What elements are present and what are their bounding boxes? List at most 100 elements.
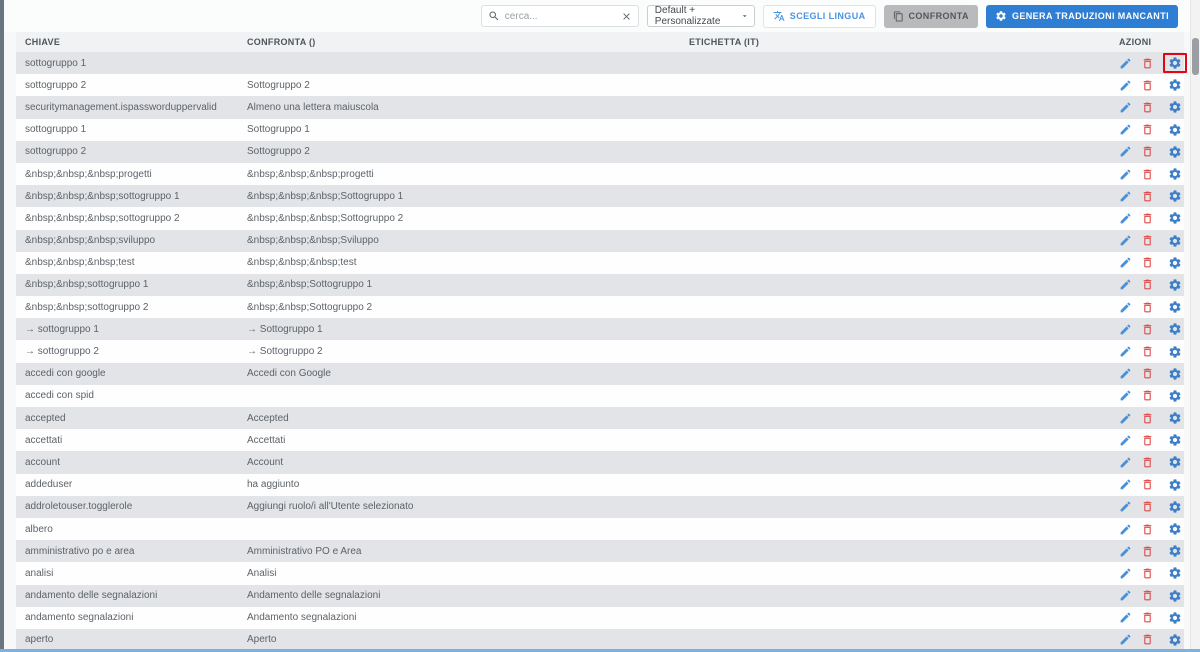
delete-button[interactable] xyxy=(1141,278,1154,291)
delete-button[interactable] xyxy=(1141,500,1154,513)
generate-translation-button[interactable] xyxy=(1163,364,1187,384)
generate-translation-button[interactable] xyxy=(1163,342,1187,362)
edit-button[interactable] xyxy=(1119,234,1132,247)
generate-translation-button[interactable] xyxy=(1163,630,1187,650)
delete-button[interactable] xyxy=(1141,567,1154,580)
edit-button[interactable] xyxy=(1119,389,1132,402)
generate-translation-button[interactable] xyxy=(1163,519,1187,539)
delete-button[interactable] xyxy=(1141,456,1154,469)
delete-button[interactable] xyxy=(1141,412,1154,425)
key-cell: sottogruppo 1 xyxy=(25,124,87,136)
delete-button[interactable] xyxy=(1141,212,1154,225)
edit-button[interactable] xyxy=(1119,101,1132,114)
generate-translation-button[interactable] xyxy=(1163,608,1187,628)
edit-button[interactable] xyxy=(1119,145,1132,158)
generate-translation-button[interactable] xyxy=(1163,231,1187,251)
dictionary-select-value: Default + Personalizzate xyxy=(654,5,721,27)
table-row: analisi Analisi xyxy=(16,562,1187,585)
edit-button[interactable] xyxy=(1119,500,1132,513)
trash-icon xyxy=(1143,479,1152,490)
delete-button[interactable] xyxy=(1141,434,1154,447)
generate-translation-button[interactable] xyxy=(1163,164,1187,184)
pencil-icon xyxy=(1120,546,1131,557)
generate-translation-button[interactable] xyxy=(1163,430,1187,450)
delete-button[interactable] xyxy=(1141,611,1154,624)
generate-translation-button[interactable] xyxy=(1163,275,1187,295)
edit-button[interactable] xyxy=(1119,301,1132,314)
delete-button[interactable] xyxy=(1141,345,1154,358)
edit-button[interactable] xyxy=(1119,434,1132,447)
edit-button[interactable] xyxy=(1119,412,1132,425)
scrollbar-thumb[interactable] xyxy=(1192,38,1199,75)
edit-button[interactable] xyxy=(1119,256,1132,269)
generate-translation-button[interactable] xyxy=(1163,497,1187,517)
delete-button[interactable] xyxy=(1141,589,1154,602)
search-input[interactable] xyxy=(504,10,616,22)
actions-cell xyxy=(1119,186,1187,206)
edit-button[interactable] xyxy=(1119,278,1132,291)
edit-button[interactable] xyxy=(1119,79,1132,92)
edit-button[interactable] xyxy=(1119,589,1132,602)
edit-button[interactable] xyxy=(1119,57,1132,70)
generate-translation-button[interactable] xyxy=(1163,541,1187,561)
edit-button[interactable] xyxy=(1119,168,1132,181)
generate-translation-button[interactable] xyxy=(1163,297,1187,317)
edit-button[interactable] xyxy=(1119,367,1132,380)
dictionary-select[interactable]: Default + Personalizzate xyxy=(646,5,755,27)
generate-translation-button[interactable] xyxy=(1163,186,1187,206)
generate-translation-button[interactable] xyxy=(1163,208,1187,228)
actions-cell xyxy=(1119,275,1187,295)
generate-translation-button[interactable] xyxy=(1163,319,1187,339)
delete-button[interactable] xyxy=(1141,57,1154,70)
delete-button[interactable] xyxy=(1141,323,1154,336)
delete-button[interactable] xyxy=(1141,545,1154,558)
delete-button[interactable] xyxy=(1141,523,1154,536)
delete-button[interactable] xyxy=(1141,633,1154,646)
generate-translation-button[interactable] xyxy=(1163,475,1187,495)
generate-translation-button[interactable] xyxy=(1163,386,1187,406)
delete-button[interactable] xyxy=(1141,123,1154,136)
generate-translation-button[interactable] xyxy=(1163,408,1187,428)
generate-translation-button[interactable] xyxy=(1163,253,1187,273)
delete-button[interactable] xyxy=(1141,301,1154,314)
edit-button[interactable] xyxy=(1119,456,1132,469)
edit-button[interactable] xyxy=(1119,323,1132,336)
edit-button[interactable] xyxy=(1119,190,1132,203)
delete-button[interactable] xyxy=(1141,101,1154,114)
generate-translation-button[interactable] xyxy=(1163,75,1187,95)
confronta-button[interactable]: CONFRONTA xyxy=(883,4,978,28)
generate-translation-button[interactable] xyxy=(1163,120,1187,140)
edit-button[interactable] xyxy=(1119,345,1132,358)
edit-button[interactable] xyxy=(1119,123,1132,136)
edit-button[interactable] xyxy=(1119,523,1132,536)
clear-search-icon[interactable] xyxy=(621,11,632,22)
compare-cell: &nbsp;&nbsp;&nbsp;progetti xyxy=(247,168,374,180)
generate-translation-button[interactable] xyxy=(1163,586,1187,606)
genera-traduzioni-button[interactable]: GENERA TRADUZIONI MANCANTI xyxy=(985,4,1178,28)
delete-button[interactable] xyxy=(1141,234,1154,247)
edit-button[interactable] xyxy=(1119,212,1132,225)
delete-button[interactable] xyxy=(1141,190,1154,203)
generate-translation-button[interactable] xyxy=(1163,452,1187,472)
generate-translation-button[interactable] xyxy=(1163,563,1187,583)
edit-button[interactable] xyxy=(1119,633,1132,646)
edit-button[interactable] xyxy=(1119,567,1132,580)
scrollbar[interactable] xyxy=(1190,0,1200,652)
delete-button[interactable] xyxy=(1141,79,1154,92)
generate-translation-button[interactable] xyxy=(1163,53,1187,74)
trash-icon xyxy=(1143,235,1152,246)
delete-button[interactable] xyxy=(1141,389,1154,402)
delete-button[interactable] xyxy=(1141,145,1154,158)
delete-button[interactable] xyxy=(1141,367,1154,380)
table-row: securitymanagement.ispassworduppervalid … xyxy=(16,96,1187,119)
generate-translation-button[interactable] xyxy=(1163,97,1187,117)
delete-button[interactable] xyxy=(1141,478,1154,491)
scegli-lingua-button[interactable]: SCEGLI LINGUA xyxy=(762,4,876,28)
edit-button[interactable] xyxy=(1119,611,1132,624)
compare-cell: Almeno una lettera maiuscola xyxy=(247,101,379,113)
delete-button[interactable] xyxy=(1141,256,1154,269)
edit-button[interactable] xyxy=(1119,545,1132,558)
edit-button[interactable] xyxy=(1119,478,1132,491)
generate-translation-button[interactable] xyxy=(1163,142,1187,162)
delete-button[interactable] xyxy=(1141,168,1154,181)
